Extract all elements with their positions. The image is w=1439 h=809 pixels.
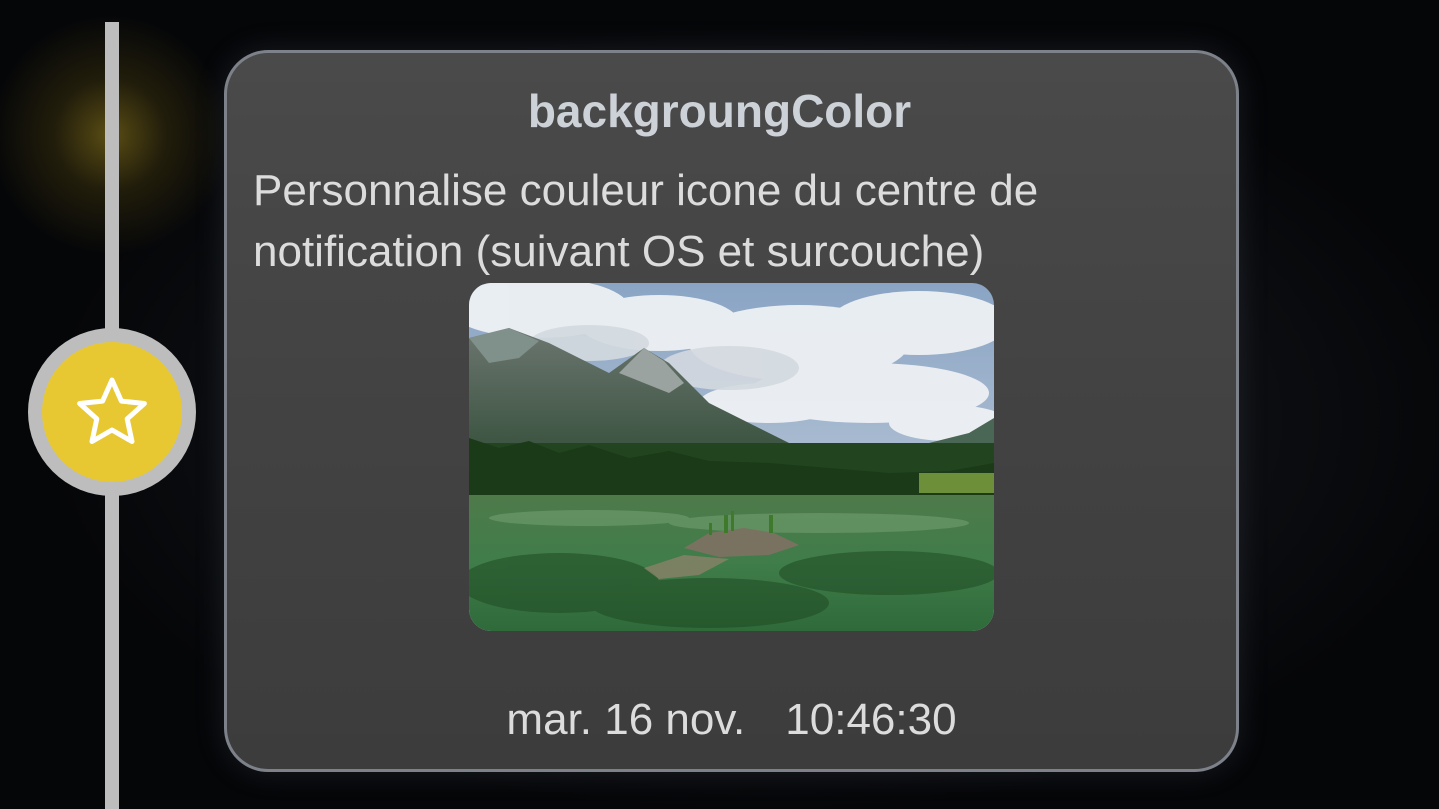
notification-image [469, 283, 994, 631]
timeline-node-fill [42, 342, 182, 482]
timeline-node[interactable] [28, 328, 196, 496]
notification-time: 10:46:30 [785, 695, 957, 744]
notification-body: Personnalise couleur icone du centre de … [253, 166, 1039, 276]
notification-date: mar. 16 nov. [506, 695, 746, 744]
timeline-screen: backgroungColor Personnalise couleur ico… [0, 0, 1439, 809]
notification-title: backgroungColor [527, 85, 912, 137]
notification-timestamp: mar. 16 nov. 10:46:30 [0, 692, 1439, 748]
star-icon [77, 377, 147, 444]
